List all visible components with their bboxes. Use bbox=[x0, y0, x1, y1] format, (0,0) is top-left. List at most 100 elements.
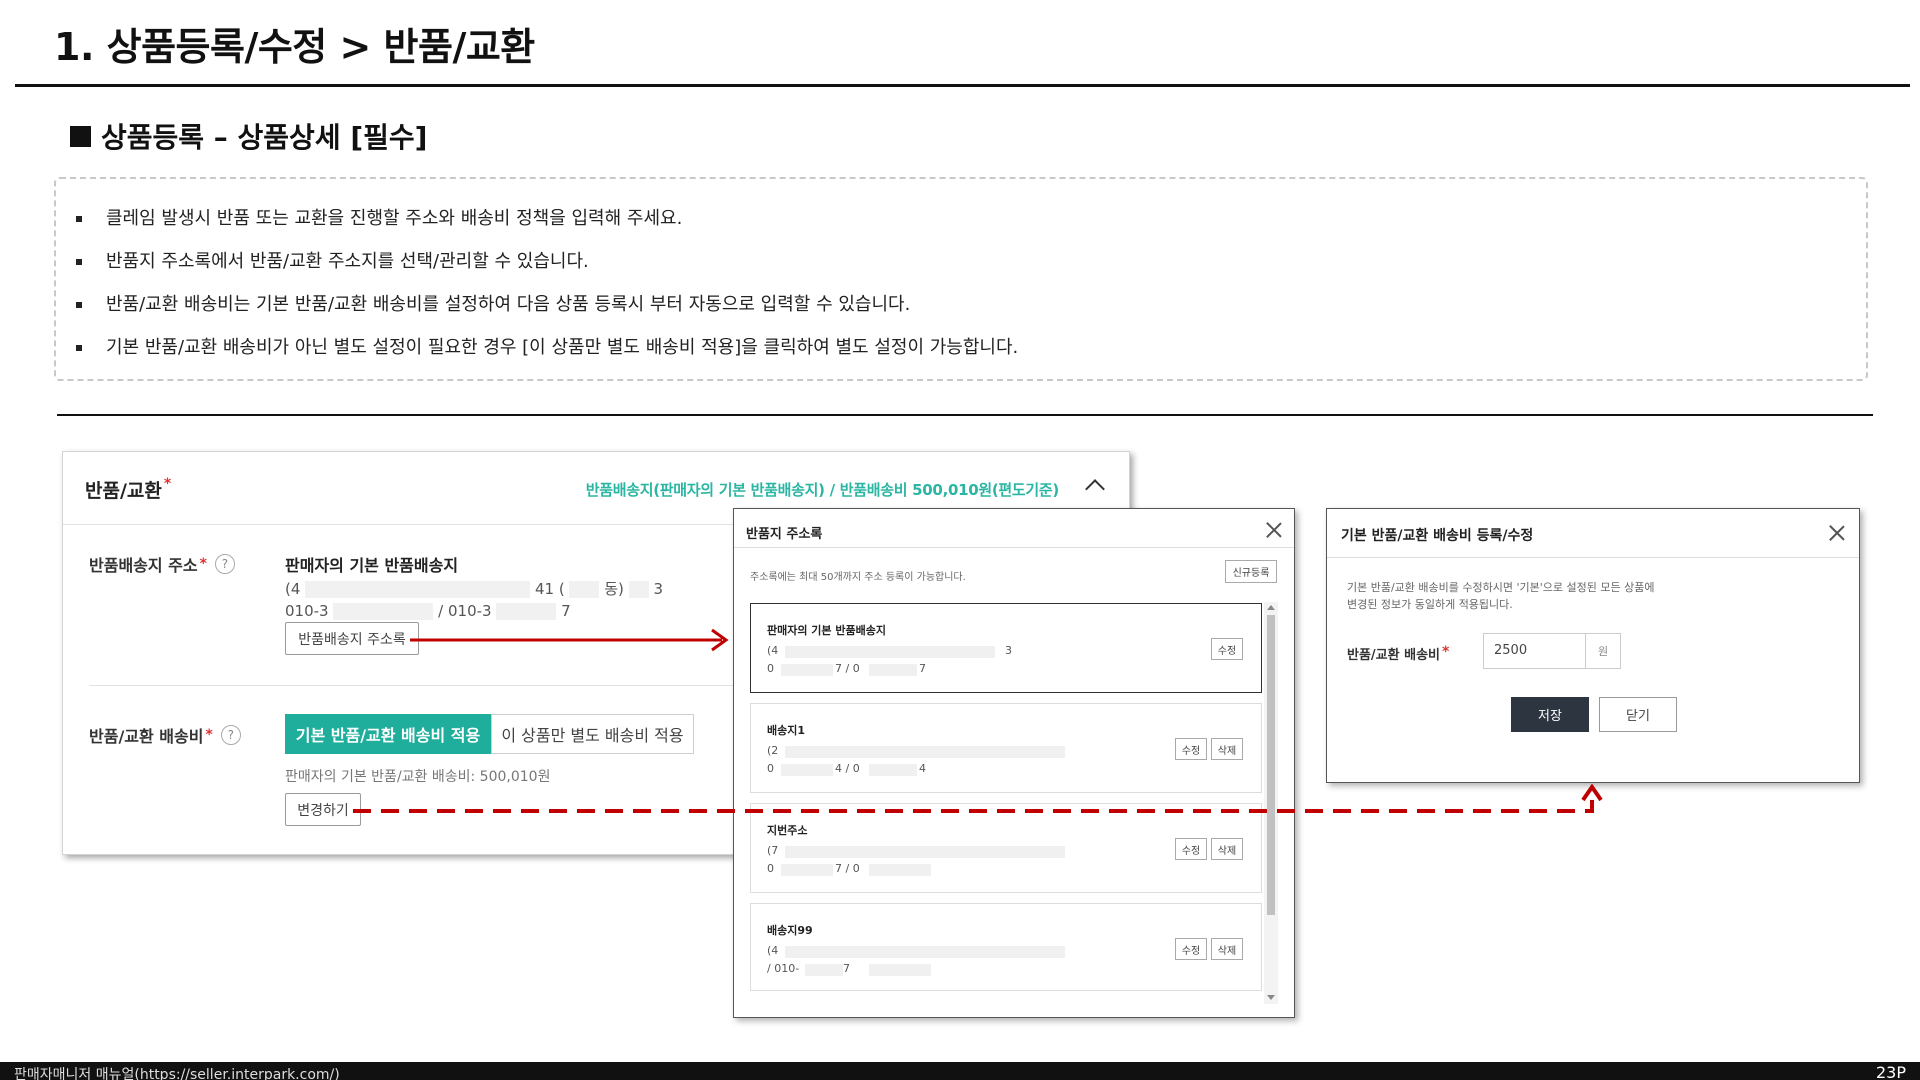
address-card-phone-mid: 7 bbox=[843, 962, 850, 975]
notes-box: 클레임 발생시 반품 또는 교환을 진행할 주소와 배송비 정책을 입력해 주세… bbox=[54, 177, 1868, 381]
address-card-phone-end: 7 bbox=[919, 662, 926, 675]
address-label-text: 반품배송지 주소 bbox=[89, 556, 198, 575]
scrollbar-thumb[interactable] bbox=[1267, 615, 1275, 915]
address-line-2: 010-3 / 010-3 7 bbox=[285, 602, 571, 620]
address-card-line: (4 bbox=[767, 644, 779, 657]
default-fee-option[interactable]: 기본 반품/교환 배송비 적용 bbox=[285, 714, 491, 754]
address-card-title: 판매자의 기본 반품배송지 bbox=[767, 624, 886, 637]
title-divider bbox=[15, 84, 1910, 87]
page-number: 23P bbox=[1875, 1063, 1906, 1080]
address-card-line: (4 bbox=[767, 944, 779, 957]
address-card-phone-mid: 7 / 0 bbox=[835, 662, 860, 675]
edit-button[interactable]: 수정 bbox=[1175, 738, 1207, 760]
square-bullet-icon bbox=[70, 125, 91, 147]
note-item: 반품/교환 배송비는 기본 반품/교환 배송비를 설정하여 다음 상품 등록시 … bbox=[76, 295, 1018, 338]
required-mark: * bbox=[1442, 644, 1450, 660]
modal-header-divider bbox=[1327, 557, 1859, 558]
edit-button[interactable]: 수정 bbox=[1211, 638, 1243, 660]
notes-list: 클레임 발생시 반품 또는 교환을 진행할 주소와 배송비 정책을 입력해 주세… bbox=[76, 209, 1018, 381]
fee-field-label: 반품/교환 배송비 * bbox=[1347, 644, 1449, 663]
scroll-down-icon[interactable] bbox=[1267, 995, 1275, 1000]
required-mark: * bbox=[205, 727, 213, 743]
required-mark: * bbox=[163, 476, 172, 492]
address-card[interactable]: 배송지1 (2 0 4 / 0 4 수정 삭제 bbox=[750, 703, 1262, 793]
masked-text bbox=[785, 646, 995, 658]
delete-button[interactable]: 삭제 bbox=[1211, 738, 1243, 760]
modal-title: 반품지 주소록 bbox=[746, 527, 823, 542]
address-part: 3 bbox=[653, 580, 664, 598]
default-fee-note: 판매자의 기본 반품/교환 배송비: 500,010원 bbox=[285, 769, 551, 785]
help-icon[interactable]: ? bbox=[214, 554, 235, 574]
close-icon[interactable] bbox=[1266, 522, 1282, 538]
footer-manual-link: 판매자매니저 매뉴얼(https://seller.interpark.com/… bbox=[14, 1067, 340, 1080]
address-card-title: 지번주소 bbox=[767, 824, 808, 837]
modal-title: 기본 반품/교환 배송비 등록/수정 bbox=[1341, 528, 1534, 544]
address-limit-note: 주소록에는 최대 50개까지 주소 등록이 가능합니다. bbox=[750, 572, 966, 583]
address-part: (4 bbox=[285, 580, 301, 598]
address-card-line: (2 bbox=[767, 744, 779, 757]
fee-description: 기본 반품/교환 배송비를 수정하시면 '기본'으로 설정된 모든 상품에 변경… bbox=[1347, 579, 1654, 613]
address-card[interactable]: 배송지99 (4 / 010- 7 수정 삭제 bbox=[750, 903, 1262, 991]
address-card-title: 배송지99 bbox=[767, 924, 813, 937]
delete-button[interactable]: 삭제 bbox=[1211, 838, 1243, 860]
masked-text bbox=[785, 946, 1065, 958]
section-divider bbox=[57, 414, 1873, 416]
panel-title: 반품/교환 * bbox=[85, 476, 171, 503]
address-card-phone: 0 bbox=[767, 762, 774, 775]
edit-button[interactable]: 수정 bbox=[1175, 838, 1207, 860]
masked-text bbox=[805, 964, 843, 976]
new-address-button[interactable]: 신규등록 bbox=[1225, 560, 1277, 583]
section-title: 상품등록 – 상품상세 [필수] bbox=[70, 116, 427, 156]
address-book-button[interactable]: 반품배송지 주소록 bbox=[285, 622, 419, 655]
address-line-1: (4 41 ( 동) 3 bbox=[285, 578, 663, 599]
address-card[interactable]: 지번주소 (7 0 7 / 0 수정 삭제 bbox=[750, 803, 1262, 893]
address-card-phone: 0 bbox=[767, 662, 774, 675]
close-button[interactable]: 닫기 bbox=[1599, 697, 1677, 732]
fee-label-text: 반품/교환 배송비 bbox=[89, 727, 204, 746]
masked-text bbox=[869, 864, 931, 876]
custom-fee-option[interactable]: 이 상품만 별도 배송비 적용 bbox=[491, 714, 694, 754]
masked-text bbox=[781, 664, 833, 676]
note-item: 클레임 발생시 반품 또는 교환을 진행할 주소와 배송비 정책을 입력해 주세… bbox=[76, 209, 1018, 252]
address-card-line: (7 bbox=[767, 844, 779, 857]
fee-field-label-text: 반품/교환 배송비 bbox=[1347, 648, 1440, 663]
save-button[interactable]: 저장 bbox=[1511, 697, 1589, 732]
masked-text bbox=[785, 746, 1065, 758]
fee-input[interactable]: 2500 bbox=[1483, 633, 1585, 669]
phone-part: 7 bbox=[561, 602, 571, 620]
masked-text bbox=[305, 581, 531, 598]
dashed-arrow-head bbox=[1581, 783, 1603, 802]
fee-unit: 원 bbox=[1585, 633, 1621, 669]
masked-text bbox=[628, 581, 649, 598]
address-card-phone: 0 bbox=[767, 862, 774, 875]
default-fee-modal: 기본 반품/교환 배송비 등록/수정 기본 반품/교환 배송비를 수정하시면 '… bbox=[1326, 508, 1860, 783]
panel-summary: 반품배송지(판매자의 기본 반품배송지) / 반품배송비 500,010원(편도… bbox=[585, 481, 1060, 499]
scroll-up-icon[interactable] bbox=[1267, 605, 1275, 610]
masked-text bbox=[869, 964, 931, 976]
phone-part: 010-3 bbox=[285, 602, 329, 620]
change-button[interactable]: 변경하기 bbox=[285, 793, 361, 826]
panel-title-text: 반품/교환 bbox=[85, 480, 162, 502]
edit-button[interactable]: 수정 bbox=[1175, 938, 1207, 960]
address-part: 동) bbox=[604, 580, 624, 598]
masked-text bbox=[569, 581, 600, 598]
masked-text bbox=[496, 603, 557, 620]
address-card-line-end: 3 bbox=[1005, 644, 1012, 657]
address-title: 판매자의 기본 반품배송지 bbox=[285, 556, 459, 575]
close-icon[interactable] bbox=[1829, 525, 1845, 541]
fee-description-line: 기본 반품/교환 배송비를 수정하시면 '기본'으로 설정된 모든 상품에 bbox=[1347, 581, 1655, 594]
chevron-up-icon[interactable] bbox=[1085, 479, 1105, 499]
address-card[interactable]: 판매자의 기본 반품배송지 (4 3 0 7 / 0 7 수정 bbox=[750, 603, 1262, 693]
fee-description-line: 변경된 정보가 동일하게 적용됩니다. bbox=[1347, 598, 1513, 611]
masked-text bbox=[781, 764, 833, 776]
phone-part: / 010-3 bbox=[438, 602, 492, 620]
masked-text bbox=[781, 864, 833, 876]
section-title-text: 상품등록 – 상품상세 [필수] bbox=[101, 121, 428, 154]
delete-button[interactable]: 삭제 bbox=[1211, 938, 1243, 960]
address-row-label: 반품배송지 주소 * ? bbox=[89, 552, 235, 576]
address-card-phone: / 010- bbox=[767, 962, 800, 975]
address-card-phone-mid: 4 / 0 bbox=[835, 762, 860, 775]
page-title: 1. 상품등록/수정 > 반품/교환 bbox=[54, 25, 535, 69]
help-icon[interactable]: ? bbox=[220, 725, 241, 745]
note-item: 반품지 주소록에서 반품/교환 주소지를 선택/관리할 수 있습니다. bbox=[76, 252, 1018, 295]
